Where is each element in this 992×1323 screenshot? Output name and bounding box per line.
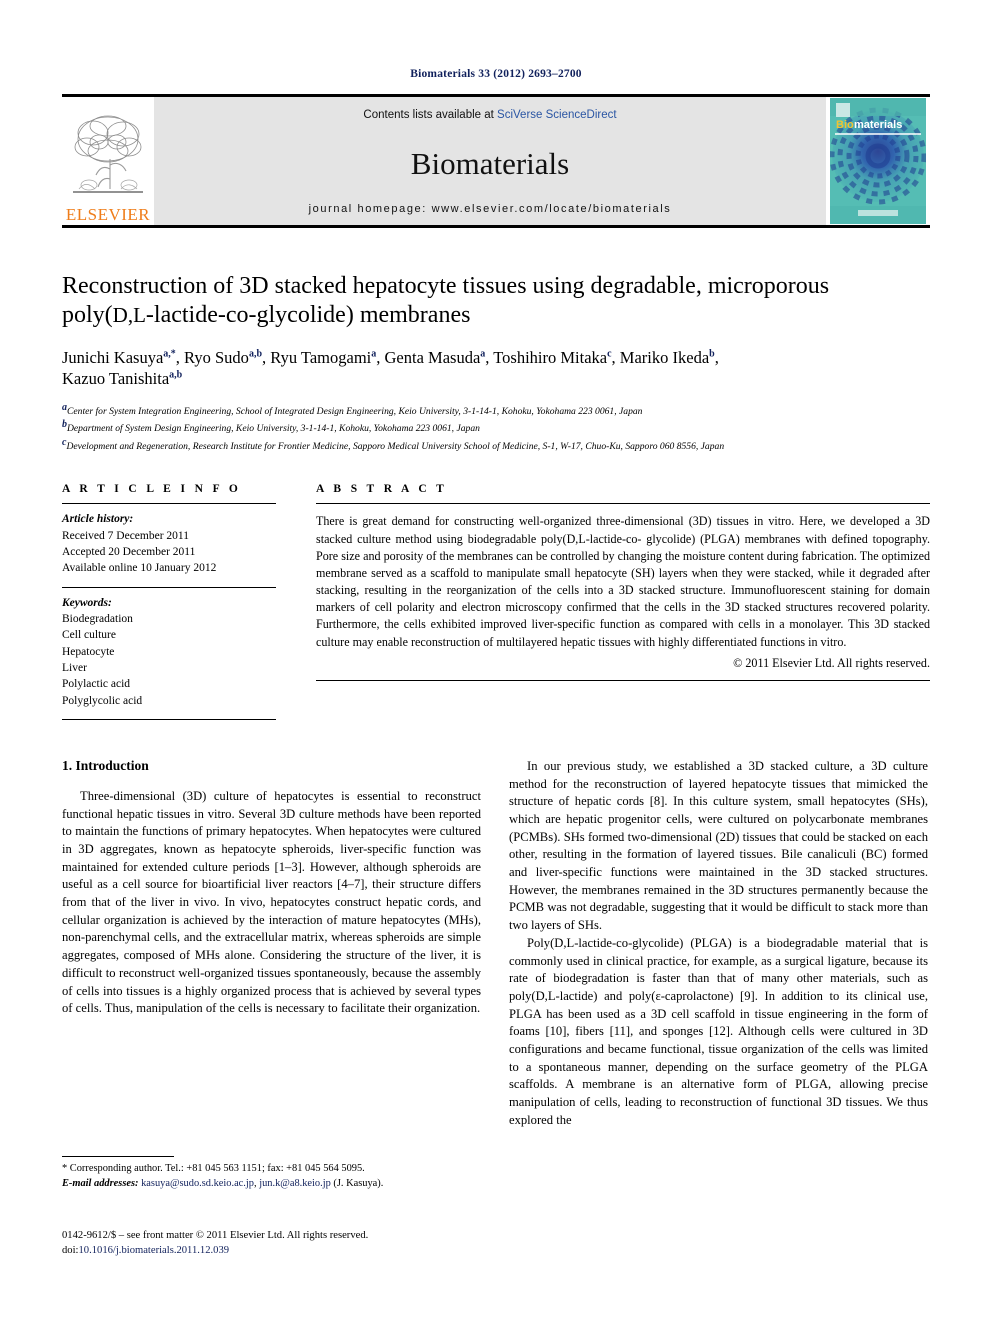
keyword-item[interactable]: Liver [62, 660, 276, 676]
footnote-rule [62, 1156, 174, 1157]
paragraph: Poly(D,L-lactide-co-glycolide) (PLGA) is… [509, 935, 928, 1127]
email-label: E-mail addresses: [62, 1177, 139, 1189]
article-title-smallcaps: D,L [112, 303, 146, 328]
affiliation-item: cDevelopment and Regeneration, Research … [62, 436, 930, 453]
author-affil-mark[interactable]: a,b [249, 348, 262, 359]
paragraph: In our previous study, we established a … [509, 758, 928, 933]
keyword-item[interactable]: Hepatocyte [62, 644, 276, 660]
email-note: E-mail addresses: kasuya@sudo.sd.keio.ac… [62, 1177, 384, 1189]
article-history-label: Article history: [62, 513, 134, 526]
running-head: Biomaterials 33 (2012) 2693–2700 [410, 68, 582, 80]
journal-cover-thumbnail: Bio materials [826, 97, 930, 225]
keywords-group: Keywords: Biodegradation Cell culture He… [62, 588, 276, 719]
article-page: Biomaterials 33 (2012) 2693–2700 ELSEVIE… [0, 0, 992, 1323]
affiliation-text: Department of System Design Engineering,… [67, 423, 480, 435]
article-title-line-2-post: -lactide-co-glycolide) membranes [145, 302, 471, 329]
author-affil-mark[interactable]: b [709, 348, 715, 359]
affiliation-text: Development and Regeneration, Research I… [66, 441, 725, 453]
cover-word-bio: Bio [836, 119, 854, 131]
body-right-column: In our previous study, we established a … [509, 758, 928, 1129]
journal-masthead: ELSEVIER Contents lists available at Sci… [62, 94, 930, 228]
sciencedirect-link[interactable]: SciVerse ScienceDirect [497, 109, 617, 121]
keyword-item[interactable]: Polyglycolic acid [62, 693, 276, 709]
elsevier-logo: ELSEVIER [62, 97, 154, 225]
article-history-group: Article history: Received 7 December 201… [62, 504, 276, 586]
section-heading-introduction: 1. Introduction [62, 757, 149, 773]
author-name: Kazuo Tanishita [62, 369, 170, 389]
cover-word-materials: materials [854, 119, 902, 131]
article-info-column: A R T I C L E I N F O Article history: R… [62, 483, 294, 720]
paragraph: Three-dimensional (3D) culture of hepato… [62, 788, 481, 1016]
article-title-line-1: Reconstruction of 3D stacked hepatocyte … [62, 273, 830, 299]
body-two-columns: 1. Introduction Three-dimensional (3D) c… [62, 758, 930, 1129]
journal-banner: Contents lists available at SciVerse Sci… [154, 97, 826, 225]
author-name: Toshihiro Mitaka [493, 347, 608, 367]
body-left-column: 1. Introduction Three-dimensional (3D) c… [62, 758, 481, 1129]
author-affil-mark[interactable]: a [480, 348, 485, 359]
author-name: Mariko Ikeda [619, 347, 710, 367]
doi-link[interactable]: 10.1016/j.biomaterials.2011.12.039 [78, 1245, 229, 1256]
issn-copyright-line: 0142-9612/$ – see front matter © 2011 El… [62, 1230, 369, 1241]
abstract-body: There is great demand for constructing w… [316, 504, 930, 672]
author-name: Genta Masuda [384, 347, 481, 367]
elsevier-tree-icon [73, 115, 143, 193]
affiliation-list: aCenter for System Integration Engineeri… [62, 401, 930, 453]
affiliation-item: bDepartment of System Design Engineering… [62, 418, 930, 435]
contents-list-line: Contents lists available at SciVerse Sci… [363, 109, 616, 121]
title-block: Reconstruction of 3D stacked hepatocyte … [62, 272, 930, 453]
author-affil-mark[interactable]: a [371, 348, 376, 359]
keyword-item[interactable]: Biodegradation [62, 611, 276, 627]
article-info-heading: A R T I C L E I N F O [62, 483, 242, 496]
corresponding-author-note: * Corresponding author. Tel.: +81 045 56… [62, 1163, 365, 1174]
author-list: Junichi Kasuyaa,*, Ryo Sudoa,b, Ryu Tamo… [62, 347, 719, 389]
author-affil-mark[interactable]: c [607, 348, 611, 359]
abstract-text: There is great demand for constructing w… [316, 514, 930, 649]
journal-homepage-line[interactable]: journal homepage: www.elsevier.com/locat… [309, 203, 672, 215]
email-link-1[interactable]: kasuya@sudo.sd.keio.ac.jp [141, 1178, 254, 1189]
author-name: Ryo Sudo [184, 347, 249, 367]
email-suffix: (J. Kasuya). [333, 1177, 384, 1189]
contents-prefix: Contents lists available at [363, 109, 498, 121]
imprint-block: 0142-9612/$ – see front matter © 2011 El… [62, 1228, 481, 1259]
article-title-line-2-pre: poly( [62, 302, 113, 329]
divider [62, 718, 276, 720]
history-accepted: Accepted 20 December 2011 [62, 545, 196, 558]
abstract-heading: A B S T R A C T [316, 483, 448, 496]
affiliation-text: Center for System Integration Engineerin… [67, 406, 643, 418]
divider [316, 679, 930, 681]
elsevier-wordmark: ELSEVIER [65, 205, 151, 224]
keywords-label: Keywords: [62, 596, 112, 609]
journal-cover-art: Bio materials [830, 98, 926, 224]
author-name: Junichi Kasuya [62, 347, 164, 367]
footnote-block: * Corresponding author. Tel.: +81 045 56… [62, 1156, 481, 1191]
journal-title: Biomaterials [410, 145, 570, 181]
doi-line: doi:10.1016/j.biomaterials.2011.12.039 [62, 1243, 481, 1258]
author-affil-mark[interactable]: a,b [169, 370, 182, 381]
info-abstract-region: A R T I C L E I N F O Article history: R… [62, 483, 930, 720]
history-received: Received 7 December 2011 [62, 529, 189, 542]
email-link-2[interactable]: jun.k@a8.keio.jp [259, 1178, 331, 1189]
page-title: Reconstruction of 3D stacked hepatocyte … [62, 272, 930, 331]
author-name: Ryu Tamogami [270, 347, 372, 367]
abstract-copyright: © 2011 Elsevier Ltd. All rights reserved… [733, 655, 930, 670]
author-affil-mark[interactable]: a,* [163, 348, 176, 359]
affiliation-item: aCenter for System Integration Engineeri… [62, 401, 930, 418]
keyword-item[interactable]: Cell culture [62, 627, 276, 643]
abstract-column: A B S T R A C T There is great demand fo… [294, 483, 930, 720]
history-online: Available online 10 January 2012 [62, 562, 217, 575]
doi-label: doi: [62, 1245, 79, 1257]
keyword-item[interactable]: Polylactic acid [62, 676, 276, 692]
